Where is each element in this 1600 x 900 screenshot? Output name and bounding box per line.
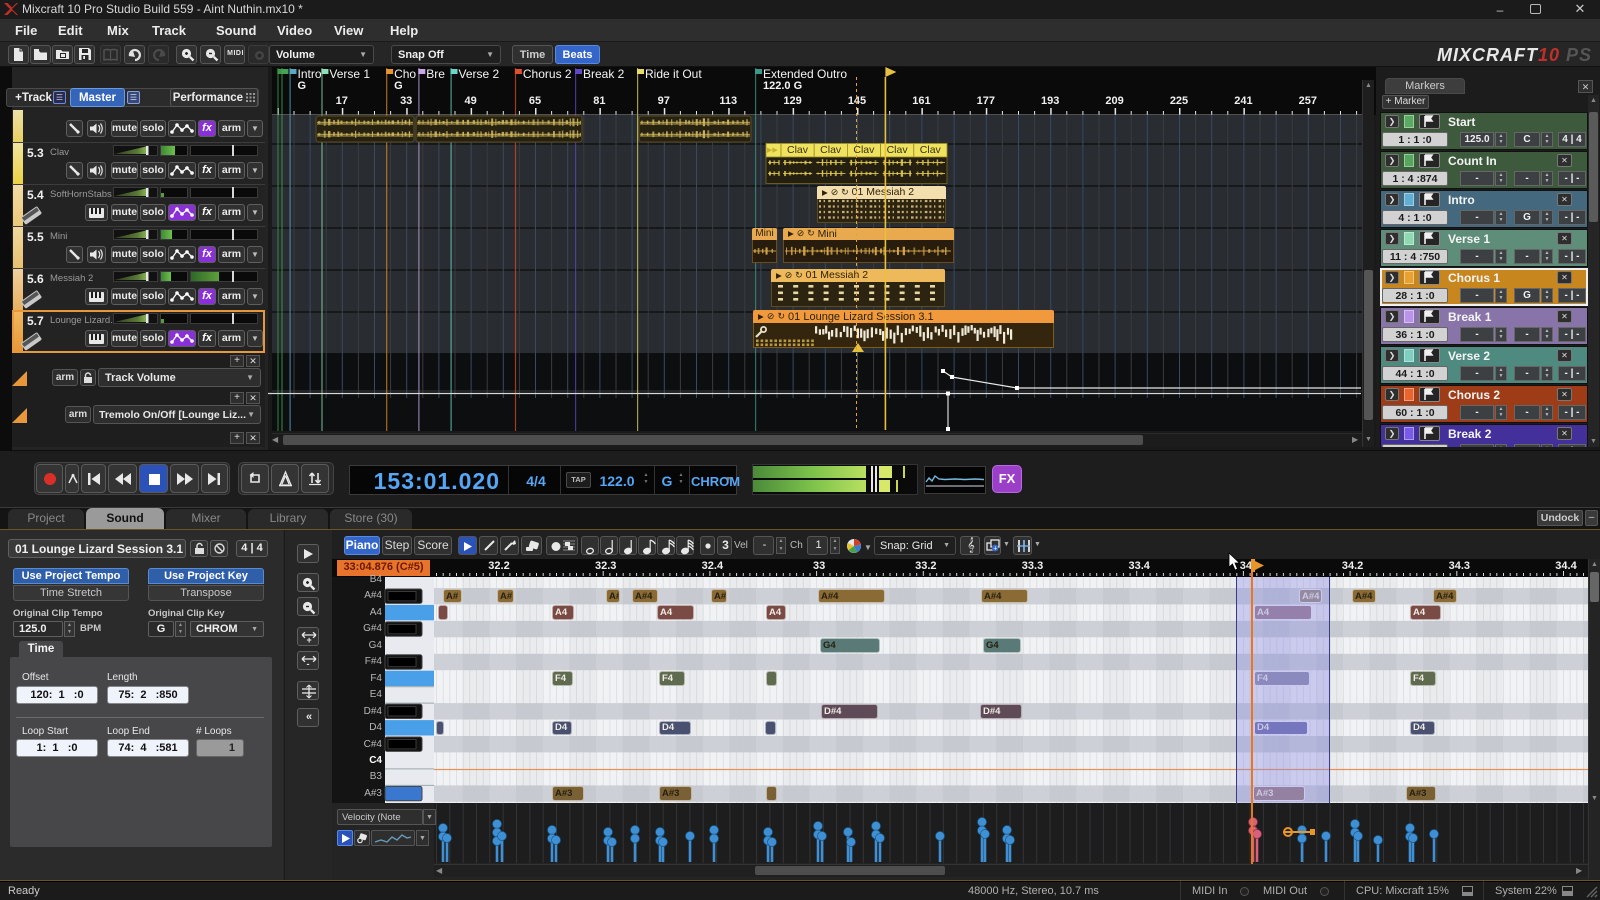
svg-text:+: + [993, 546, 997, 553]
svg-text:▼: ▼ [864, 543, 872, 552]
svg-text:+: + [307, 635, 312, 645]
svg-text:-: - [307, 659, 310, 669]
